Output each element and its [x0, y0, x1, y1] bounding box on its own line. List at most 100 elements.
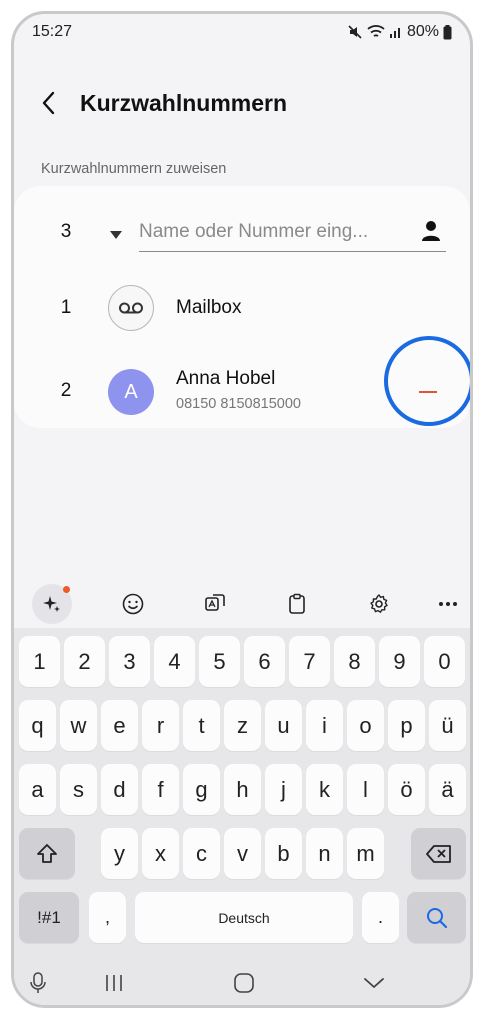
person-icon [422, 221, 440, 241]
emoji-button[interactable] [113, 584, 153, 624]
key-f[interactable]: f [142, 764, 179, 815]
shift-icon [37, 843, 57, 863]
key-t[interactable]: t [183, 700, 220, 751]
key-p[interactable]: p [388, 700, 425, 751]
key-1[interactable]: 1 [19, 636, 60, 687]
entry-number: 2 [60, 380, 72, 401]
battery-level: 80% [406, 23, 439, 40]
home-icon [234, 973, 254, 993]
contact-picker-button[interactable] [418, 218, 444, 244]
voice-input-button[interactable] [26, 970, 50, 996]
search-icon [426, 907, 447, 928]
key-g[interactable]: g [183, 764, 220, 815]
space-key[interactable]: Deutsch [135, 892, 353, 943]
clipboard-button[interactable] [277, 584, 317, 624]
phone-frame: 15:27 80% Kurzwahlnummern Kurzwahlnummer… [11, 11, 473, 1008]
entry-number: 1 [60, 297, 72, 318]
remove-button[interactable] [404, 368, 452, 416]
wifi-icon [367, 24, 385, 40]
translate-icon [205, 594, 225, 611]
ai-sparkle-button[interactable] [32, 584, 72, 624]
key-oe[interactable]: ö [388, 764, 425, 815]
key-s[interactable]: s [60, 764, 97, 815]
key-q[interactable]: q [19, 700, 56, 751]
key-h[interactable]: h [224, 764, 261, 815]
key-x[interactable]: x [142, 828, 179, 879]
key-6[interactable]: 6 [244, 636, 285, 687]
symbols-key[interactable]: !#1 [19, 892, 79, 943]
key-w[interactable]: w [60, 700, 97, 751]
key-r[interactable]: r [142, 700, 179, 751]
chevron-left-icon [42, 91, 55, 115]
key-8[interactable]: 8 [334, 636, 375, 687]
key-4[interactable]: 4 [154, 636, 195, 687]
settings-icon [370, 594, 388, 613]
shift-key[interactable] [19, 828, 75, 879]
keyboard: 1 2 3 4 5 6 7 8 9 0 q w e r t z u i o p … [14, 628, 470, 958]
battery-icon [443, 24, 452, 40]
key-c[interactable]: c [183, 828, 220, 879]
key-l[interactable]: l [347, 764, 384, 815]
microphone-icon [30, 972, 46, 993]
period-key[interactable]: . [362, 892, 399, 943]
entry-name: Mailbox [176, 297, 242, 318]
key-n[interactable]: n [306, 828, 343, 879]
entry-phone: 08150 8150815000 [176, 396, 301, 412]
notification-dot [63, 586, 70, 593]
list-item-mailbox[interactable]: 1 Mailbox [14, 280, 470, 336]
comma-key[interactable]: , [89, 892, 126, 943]
key-ue[interactable]: ü [429, 700, 466, 751]
translate-button[interactable] [195, 584, 235, 624]
search-key[interactable] [407, 892, 466, 943]
key-y[interactable]: y [101, 828, 138, 879]
mute-icon [347, 24, 363, 40]
hide-keyboard-button[interactable] [362, 970, 386, 996]
key-u[interactable]: u [265, 700, 302, 751]
recent-apps-button[interactable] [102, 970, 126, 996]
key-2[interactable]: 2 [64, 636, 105, 687]
dropdown-arrow-icon[interactable] [109, 227, 123, 239]
back-button[interactable] [34, 88, 64, 118]
key-o[interactable]: o [347, 700, 384, 751]
name-or-number-input[interactable] [139, 220, 399, 243]
key-z[interactable]: z [224, 700, 261, 751]
key-5[interactable]: 5 [199, 636, 240, 687]
backspace-key[interactable] [411, 828, 466, 879]
voicemail-icon [119, 302, 143, 314]
emoji-icon [122, 593, 144, 615]
chevron-down-icon [364, 978, 384, 988]
section-label: Kurzwahlnummern zuweisen [41, 161, 227, 177]
key-b[interactable]: b [265, 828, 302, 879]
assign-number[interactable]: 3 [54, 221, 78, 243]
key-d[interactable]: d [101, 764, 138, 815]
status-icons: 80% [347, 23, 452, 41]
key-0[interactable]: 0 [424, 636, 465, 687]
key-e[interactable]: e [101, 700, 138, 751]
name-number-field-wrap [139, 212, 446, 252]
keyboard-settings-button[interactable] [359, 584, 399, 624]
key-9[interactable]: 9 [379, 636, 420, 687]
signal-icon [389, 25, 403, 39]
recents-icon [106, 975, 122, 991]
status-time: 15:27 [32, 23, 73, 40]
status-bar: 15:27 80% [14, 14, 470, 52]
key-j[interactable]: j [265, 764, 302, 815]
key-a[interactable]: a [19, 764, 56, 815]
navigation-bar [14, 958, 470, 1005]
clipboard-icon [289, 593, 305, 614]
entry-name: Anna Hobel [176, 368, 276, 389]
key-m[interactable]: m [347, 828, 384, 879]
key-3[interactable]: 3 [109, 636, 150, 687]
avatar-initial: A [124, 380, 138, 403]
list-item-contact[interactable]: 2 A Anna Hobel 08150 8150815000 [14, 364, 470, 420]
backspace-icon [425, 844, 451, 863]
app-header: Kurzwahlnummern [14, 84, 470, 124]
key-ae[interactable]: ä [429, 764, 466, 815]
home-button[interactable] [232, 970, 256, 996]
key-v[interactable]: v [224, 828, 261, 879]
key-i[interactable]: i [306, 700, 343, 751]
contact-avatar: A [108, 369, 154, 415]
key-k[interactable]: k [306, 764, 343, 815]
key-7[interactable]: 7 [289, 636, 330, 687]
more-options-button[interactable] [428, 584, 468, 624]
